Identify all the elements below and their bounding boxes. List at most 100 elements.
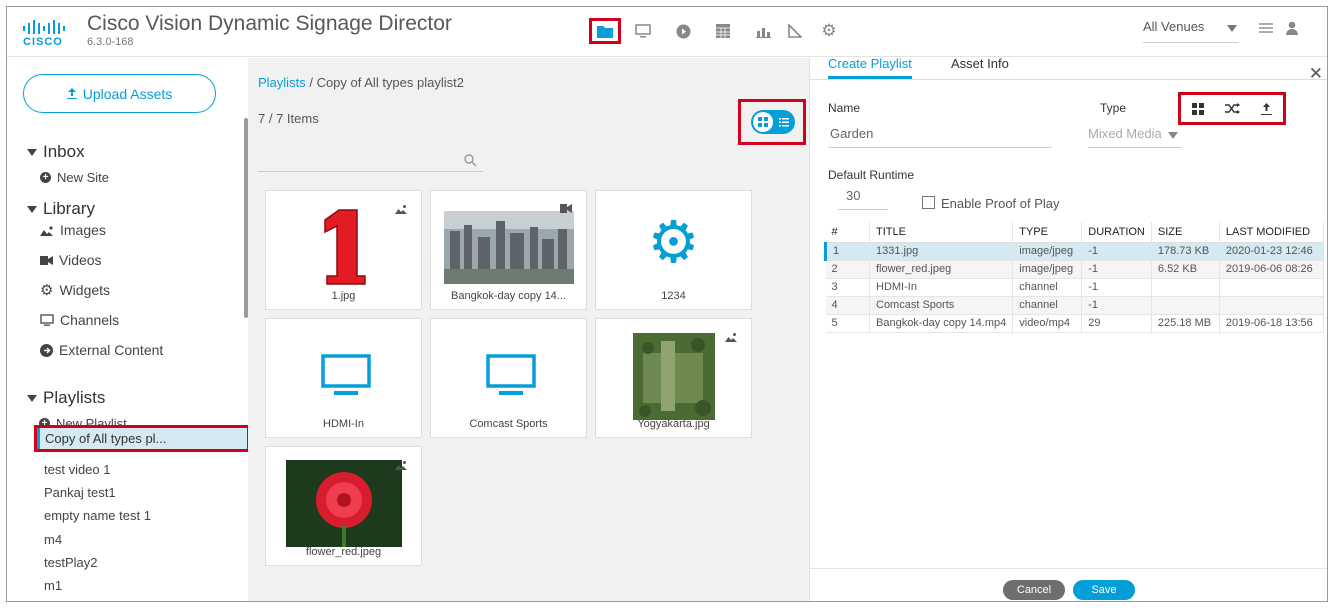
name-field[interactable]: Garden xyxy=(828,126,1052,148)
library-title: Library xyxy=(43,199,95,218)
breadcrumb-current: Copy of All types playlist2 xyxy=(316,75,464,90)
venue-select[interactable]: All Venues xyxy=(1143,19,1239,43)
runtime-label: Default Runtime xyxy=(828,168,915,182)
user-button[interactable] xyxy=(1285,21,1303,39)
sidebar-item-label: Images xyxy=(60,222,106,238)
sidebar-item-external-content[interactable]: External Content xyxy=(40,342,163,358)
column-header[interactable]: LAST MODIFIED xyxy=(1219,222,1325,243)
table-cell: 2019-06-06 08:26 xyxy=(1219,260,1325,279)
asset-tile[interactable]: Bangkok-day copy 14... xyxy=(430,190,587,310)
nav-assets[interactable] xyxy=(589,18,621,44)
asset-tile[interactable]: ⚙ 1234 xyxy=(595,190,752,310)
sidebar-item-images[interactable]: Images xyxy=(40,222,106,238)
sidebar-item-channels[interactable]: Channels xyxy=(40,312,119,328)
widget-gear-icon: ⚙ xyxy=(647,208,700,276)
tile-caption: Comcast Sports xyxy=(469,418,548,430)
grid-view-button[interactable] xyxy=(753,112,773,132)
nav-run[interactable] xyxy=(667,18,699,44)
tab-create-playlist[interactable]: Create Playlist xyxy=(828,56,912,79)
new-site-link[interactable]: + New Site xyxy=(40,170,109,185)
save-button[interactable]: Save xyxy=(1073,580,1135,600)
nav-tools[interactable] xyxy=(779,18,811,44)
asset-tile[interactable]: Comcast Sports xyxy=(430,318,587,438)
view-mode-toggle[interactable] xyxy=(751,110,795,134)
nav-schedule[interactable] xyxy=(707,18,739,44)
table-row[interactable]: 3 HDMI-In channel -1 xyxy=(825,278,1325,297)
asset-tile[interactable]: 1.jpg xyxy=(265,190,422,310)
column-header[interactable]: SIZE xyxy=(1151,222,1220,243)
inbox-title: Inbox xyxy=(43,142,85,161)
upload-icon[interactable] xyxy=(1261,102,1273,115)
sidebar-item-widgets[interactable]: ⚙ Widgets xyxy=(40,281,110,299)
tab-asset-info[interactable]: Asset Info xyxy=(951,56,1009,76)
table-cell xyxy=(1219,278,1325,297)
monitor-icon xyxy=(40,314,54,326)
upload-assets-label: Upload Assets xyxy=(82,85,173,102)
sidebar: Upload Assets Inbox + New Site Library I… xyxy=(7,58,250,601)
playlist-item[interactable]: testPlay2 xyxy=(44,555,97,570)
panel-footer: Cancel Save xyxy=(810,568,1327,601)
grid-icon[interactable] xyxy=(1191,102,1204,115)
library-header[interactable]: Library xyxy=(27,199,95,219)
type-select[interactable]: Mixed Media xyxy=(1088,126,1182,148)
playlist-item[interactable]: m4 xyxy=(44,532,62,547)
cancel-button[interactable]: Cancel xyxy=(1003,580,1065,600)
table-cell: 4 xyxy=(825,296,870,315)
gear-icon: ⚙ xyxy=(821,21,837,41)
playlist-item[interactable]: m1 xyxy=(44,578,62,593)
asset-tile[interactable]: flower_red.jpeg xyxy=(265,446,422,566)
sidebar-item-label: External Content xyxy=(59,342,164,358)
monitor-icon xyxy=(635,24,651,38)
table-cell: 6.52 KB xyxy=(1151,260,1220,279)
bar-chart-icon xyxy=(755,27,771,38)
table-row[interactable]: 5 Bangkok-day copy 14.mp4 video/mp4 29 2… xyxy=(825,314,1325,333)
cisco-bridge-icon xyxy=(23,20,65,34)
column-header[interactable]: TITLE xyxy=(869,222,1014,243)
new-site-label: New Site xyxy=(57,170,110,185)
playlist-item-selected[interactable]: Copy of All types pl... xyxy=(34,425,250,452)
proof-of-play-checkbox[interactable] xyxy=(922,196,935,209)
breadcrumb-link-playlists[interactable]: Playlists xyxy=(258,75,306,90)
table-cell: 5 xyxy=(825,314,870,333)
inbox-header[interactable]: Inbox xyxy=(27,142,85,162)
column-header[interactable]: # xyxy=(825,222,870,243)
cisco-logo: CISCO xyxy=(23,19,73,48)
search-input[interactable] xyxy=(258,171,483,172)
sidebar-item-label: Channels xyxy=(60,312,120,328)
shuffle-icon[interactable] xyxy=(1224,103,1240,114)
nav-settings[interactable]: ⚙ xyxy=(813,18,845,44)
table-cell: 1 xyxy=(824,242,870,261)
thumbnail-city xyxy=(444,211,574,284)
nav-displays[interactable] xyxy=(627,18,659,44)
search-icon[interactable] xyxy=(464,154,477,167)
column-header[interactable]: DURATION xyxy=(1081,222,1152,243)
thumbnail-flower xyxy=(286,460,402,547)
list-icon[interactable] xyxy=(779,117,789,127)
playlist-assets-table: # TITLE TYPE DURATION SIZE LAST MODIFIED… xyxy=(824,222,1325,333)
folder-icon xyxy=(597,25,613,38)
column-header[interactable]: TYPE xyxy=(1012,222,1083,243)
table-row[interactable]: 1 1331.jpg image/jpeg -1 178.73 KB 2020-… xyxy=(824,242,1325,261)
playlist-item[interactable]: test video 1 xyxy=(44,462,111,477)
breadcrumb-separator: / xyxy=(309,75,313,90)
playlists-header[interactable]: Playlists xyxy=(27,388,105,408)
sidebar-item-videos[interactable]: Videos xyxy=(40,252,102,268)
breadcrumb: Playlists / Copy of All types playlist2 xyxy=(258,75,464,90)
asset-tile[interactable]: Yogyakarta.jpg xyxy=(595,318,752,438)
menu-button[interactable] xyxy=(1259,21,1277,39)
table-cell: 2020-01-23 12:46 xyxy=(1219,242,1325,261)
runtime-field[interactable]: 30 xyxy=(838,188,888,210)
table-cell xyxy=(1151,296,1220,315)
nav-reports[interactable] xyxy=(747,18,779,44)
playlist-item[interactable]: Pankaj test1 xyxy=(44,485,116,500)
asset-tile[interactable]: HDMI-In xyxy=(265,318,422,438)
table-row[interactable]: 2 flower_red.jpeg image/jpeg -1 6.52 KB … xyxy=(825,260,1325,279)
playlist-item[interactable]: empty name test 1 xyxy=(44,508,151,523)
table-cell: 178.73 KB xyxy=(1151,242,1220,261)
table-cell: image/jpeg xyxy=(1012,242,1083,261)
image-icon xyxy=(395,205,407,214)
table-row[interactable]: 4 Comcast Sports channel -1 xyxy=(825,296,1325,315)
video-camera-icon xyxy=(40,255,53,265)
upload-assets-button[interactable]: Upload Assets xyxy=(23,74,216,113)
close-icon[interactable]: ✕ xyxy=(1309,64,1323,84)
